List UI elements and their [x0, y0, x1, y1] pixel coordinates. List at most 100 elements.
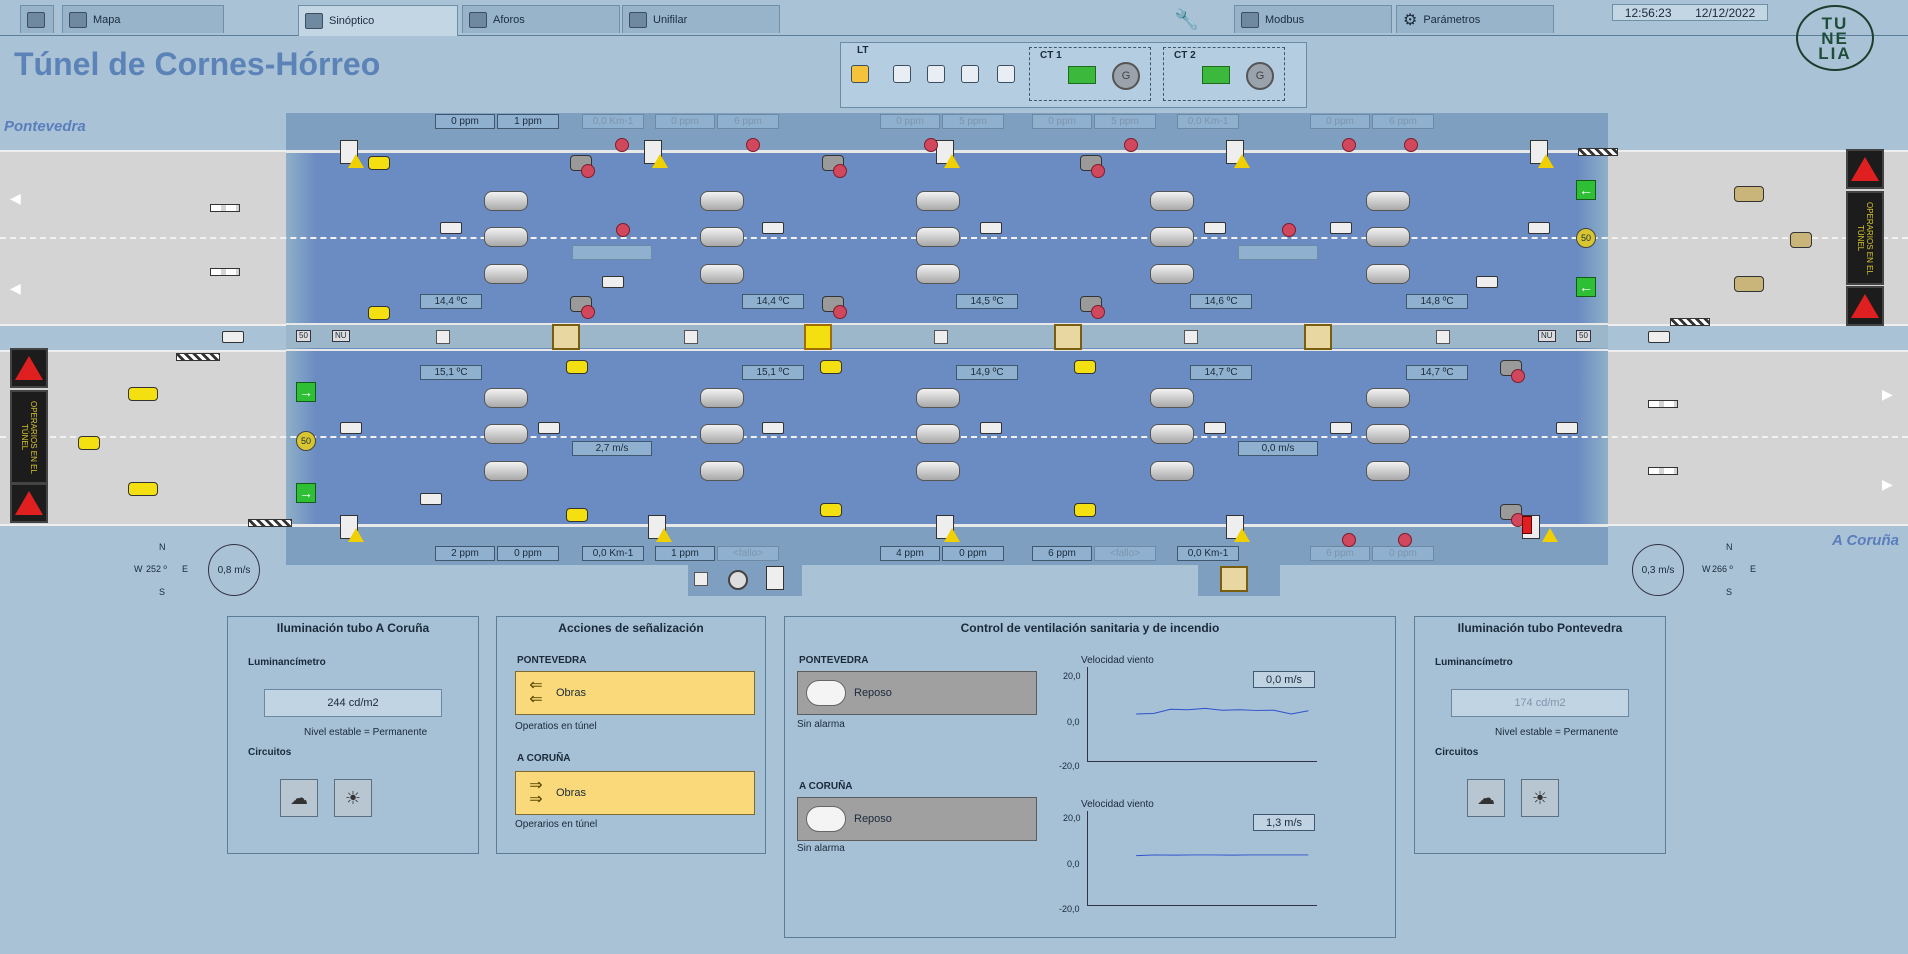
beacon-icon[interactable]: [1734, 186, 1764, 202]
tab-aforos[interactable]: Aforos: [462, 5, 620, 33]
emergency-door[interactable]: [1304, 324, 1332, 350]
jet-fan[interactable]: [916, 388, 960, 408]
jet-fan[interactable]: [484, 264, 528, 284]
camera-icon[interactable]: [762, 222, 784, 234]
emergency-door[interactable]: [1220, 566, 1248, 592]
vms-warning-sign[interactable]: [1846, 286, 1884, 326]
gallery-square[interactable]: [436, 330, 450, 344]
temperature-reading[interactable]: 15,1 ºC: [420, 365, 482, 380]
fan-icon[interactable]: [728, 570, 748, 590]
gallery-square[interactable]: [684, 330, 698, 344]
opacity-reading[interactable]: 0,0 Km-1: [1177, 546, 1239, 561]
beacon-icon[interactable]: [1734, 276, 1764, 292]
jet-fan[interactable]: [484, 461, 528, 481]
camera-icon[interactable]: [440, 222, 462, 234]
beacon-icon[interactable]: [820, 503, 842, 517]
home-button[interactable]: [20, 5, 54, 33]
vms-warning-sign[interactable]: [10, 348, 48, 388]
jet-fan[interactable]: [1366, 461, 1410, 481]
gas-reading[interactable]: 0 ppm: [1310, 114, 1370, 129]
vms-text-sign[interactable]: OPERARIOS EN EL TÚNEL: [1846, 191, 1884, 285]
tube-wind-reading[interactable]: [1238, 245, 1318, 260]
beacon-icon[interactable]: [128, 387, 158, 401]
camera-icon[interactable]: [1528, 222, 1550, 234]
camera-icon[interactable]: [420, 493, 442, 505]
speed-limit-sign[interactable]: 50: [296, 431, 316, 451]
gas-reading[interactable]: 0 ppm: [435, 114, 495, 129]
gas-reading[interactable]: 5 ppm: [942, 114, 1004, 129]
jet-fan[interactable]: [1150, 424, 1194, 444]
gas-reading[interactable]: 5 ppm: [1094, 114, 1156, 129]
circuit-day-button[interactable]: ☀: [1521, 779, 1559, 817]
lane-open-arrow[interactable]: →: [296, 382, 316, 402]
luminance-meter[interactable]: 174 cd/m2: [1451, 689, 1629, 717]
camera-icon[interactable]: [1648, 331, 1670, 343]
beacon-icon[interactable]: [1790, 232, 1812, 248]
beacon-icon[interactable]: [368, 156, 390, 170]
jet-fan[interactable]: [700, 388, 744, 408]
circuit-day-button[interactable]: ☀: [334, 779, 372, 817]
gas-reading[interactable]: 6 ppm: [717, 114, 779, 129]
opacity-reading[interactable]: 0,0 Km-1: [582, 546, 644, 561]
camera-icon[interactable]: [1476, 276, 1498, 288]
beacon-icon[interactable]: [566, 360, 588, 374]
ct1-box[interactable]: CT 1 G: [1029, 47, 1151, 101]
jet-fan[interactable]: [700, 264, 744, 284]
emergency-door[interactable]: [552, 324, 580, 350]
gas-reading[interactable]: 6 ppm: [1372, 114, 1434, 129]
jet-fan[interactable]: [484, 388, 528, 408]
lane-open-arrow[interactable]: →: [296, 483, 316, 503]
camera-icon[interactable]: [1330, 222, 1352, 234]
tab-sinoptico[interactable]: Sinóptico: [298, 5, 458, 36]
loop-detector-icon[interactable]: [210, 268, 240, 276]
tube-wind-reading[interactable]: 0,0 m/s: [1238, 441, 1318, 456]
loop-detector-icon[interactable]: [210, 204, 240, 212]
temperature-reading[interactable]: 14,4 ºC: [420, 294, 482, 309]
tab-modbus[interactable]: Modbus: [1234, 5, 1392, 33]
beacon-icon[interactable]: [128, 482, 158, 496]
tube-wind-reading[interactable]: 2,7 m/s: [572, 441, 652, 456]
lane-open-arrow[interactable]: ←: [1576, 180, 1596, 200]
vms-warning-sign[interactable]: [1846, 149, 1884, 189]
gas-reading[interactable]: 0 ppm: [1032, 114, 1092, 129]
tab-parametros[interactable]: ⚙ Parámetros: [1396, 5, 1554, 33]
camera-icon[interactable]: [1556, 422, 1578, 434]
temperature-reading[interactable]: 14,6 ºC: [1190, 294, 1252, 309]
ventilation-state-pontevedra[interactable]: Reposo: [797, 671, 1037, 715]
barrier-icon[interactable]: [1670, 318, 1710, 326]
alarm-indicator[interactable]: [1522, 516, 1532, 534]
jet-fan[interactable]: [916, 191, 960, 211]
jet-fan[interactable]: [1366, 191, 1410, 211]
jet-fan[interactable]: [700, 227, 744, 247]
tube-wind-reading[interactable]: [572, 245, 652, 260]
temperature-reading[interactable]: 14,7 ºC: [1190, 365, 1252, 380]
barrier-icon[interactable]: [248, 519, 292, 527]
gas-reading[interactable]: <fallo>: [717, 546, 779, 561]
action-coruna[interactable]: ⇒ ⇒ Obras: [515, 771, 755, 815]
ct2-box[interactable]: CT 2 G: [1163, 47, 1285, 101]
gallery-square[interactable]: [694, 572, 708, 586]
jet-fan[interactable]: [916, 424, 960, 444]
camera-icon[interactable]: [340, 422, 362, 434]
gallery-square[interactable]: [934, 330, 948, 344]
jet-fan[interactable]: [484, 227, 528, 247]
beacon-icon[interactable]: [1074, 503, 1096, 517]
beacon-icon[interactable]: [820, 360, 842, 374]
jet-fan[interactable]: [1366, 424, 1410, 444]
circuit-night-button[interactable]: ☁: [1467, 779, 1505, 817]
camera-icon[interactable]: [980, 422, 1002, 434]
gas-reading[interactable]: 2 ppm: [435, 546, 495, 561]
speed-limit-sign[interactable]: 50: [1576, 228, 1596, 248]
lt-alarm-icon[interactable]: [851, 65, 869, 83]
jet-fan[interactable]: [1150, 227, 1194, 247]
temperature-reading[interactable]: 14,4 ºC: [742, 294, 804, 309]
gallery-square[interactable]: [1184, 330, 1198, 344]
beacon-icon[interactable]: [368, 306, 390, 320]
beacon-icon[interactable]: [1074, 360, 1096, 374]
gas-reading[interactable]: 6 ppm: [1310, 546, 1370, 561]
emergency-door[interactable]: [804, 324, 832, 350]
jet-fan[interactable]: [700, 461, 744, 481]
loop-detector-icon[interactable]: [1648, 467, 1678, 475]
gas-reading[interactable]: 0 ppm: [655, 114, 715, 129]
ventilation-state-coruna[interactable]: Reposo: [797, 797, 1037, 841]
